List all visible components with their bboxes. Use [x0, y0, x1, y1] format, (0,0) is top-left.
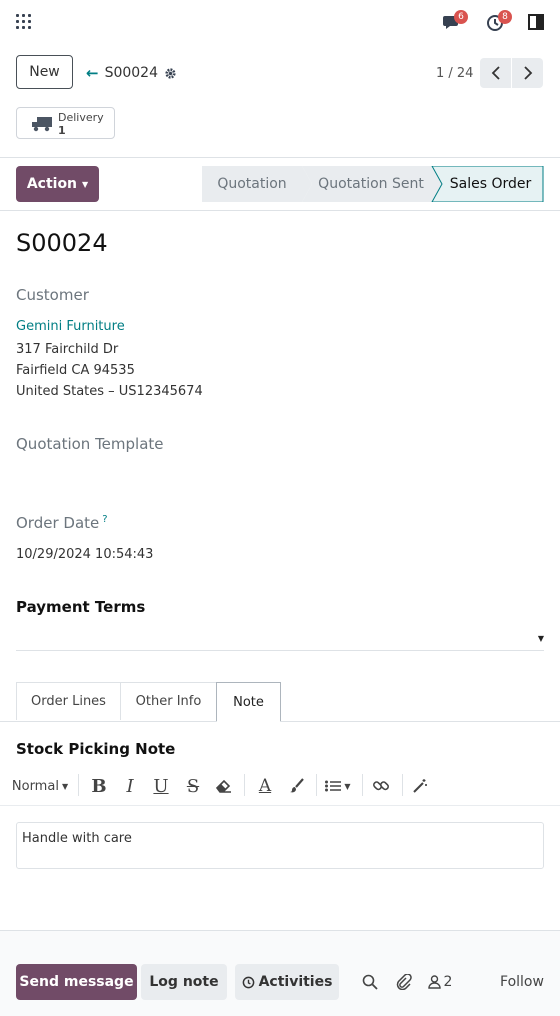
- paint-brush-icon[interactable]: [286, 774, 308, 798]
- paperclip-icon[interactable]: [394, 964, 414, 1000]
- style-dropdown[interactable]: Normal ▼: [10, 774, 70, 798]
- payment-terms-label: Payment Terms: [16, 598, 146, 616]
- caret-down-icon: ▼: [537, 634, 544, 643]
- tab-other-info[interactable]: Other Info: [120, 682, 217, 720]
- stage-quotation[interactable]: Quotation: [202, 166, 302, 202]
- activities-button[interactable]: Activities: [235, 964, 339, 1000]
- chevron-left-icon: [491, 66, 500, 80]
- strikethrough-icon[interactable]: S: [182, 774, 204, 798]
- top-navbar: 6 8: [0, 0, 560, 44]
- user-icon: [427, 975, 441, 989]
- note-content: Handle with care: [22, 831, 132, 846]
- truck-icon: [32, 117, 52, 132]
- toggle-chatter-icon[interactable]: [528, 14, 544, 34]
- notebook-tabs: Order Lines Other Info Note: [0, 682, 560, 722]
- tab-order-lines[interactable]: Order Lines: [16, 682, 121, 720]
- text-color-icon[interactable]: A: [254, 774, 276, 798]
- address-line-1: 317 Fairchild Dr: [16, 342, 119, 357]
- order-date-label: Order Date?: [16, 514, 108, 532]
- action-button[interactable]: Action ▼: [16, 166, 99, 202]
- customer-label: Customer: [16, 286, 89, 304]
- quotation-template-label: Quotation Template: [16, 435, 164, 453]
- italic-icon[interactable]: I: [119, 774, 141, 798]
- breadcrumb: ← S00024: [86, 64, 177, 82]
- address-line-2: Fairfield CA 94535: [16, 363, 135, 378]
- caret-down-icon: ▼: [61, 781, 69, 791]
- magic-wand-icon[interactable]: [409, 774, 431, 798]
- followers-count: 2: [443, 974, 453, 990]
- address-line-3: United States – US12345674: [16, 384, 203, 399]
- search-icon[interactable]: [360, 964, 380, 1000]
- chevron-right-icon: [523, 66, 532, 80]
- gear-icon[interactable]: [164, 67, 177, 80]
- tab-note[interactable]: Note: [216, 682, 281, 722]
- follow-button[interactable]: Follow: [494, 964, 550, 1000]
- record-title: S00024: [16, 229, 108, 257]
- link-icon[interactable]: [370, 774, 392, 798]
- pager-next-button[interactable]: [512, 58, 543, 88]
- stage-sales-order[interactable]: Sales Order: [438, 166, 543, 202]
- customer-link[interactable]: Gemini Furniture: [16, 319, 125, 334]
- send-message-button[interactable]: Send message: [16, 964, 137, 1000]
- stage-quotation-sent[interactable]: Quotation Sent: [308, 166, 434, 202]
- stock-picking-note-editor[interactable]: Handle with care: [16, 822, 544, 869]
- activities-badge: 8: [498, 10, 512, 24]
- log-note-button[interactable]: Log note: [141, 964, 227, 1000]
- messages-icon[interactable]: 6: [442, 10, 468, 36]
- messages-badge: 6: [454, 10, 468, 24]
- followers-button[interactable]: 2: [422, 964, 458, 1000]
- smart-button-title: Delivery: [58, 111, 104, 124]
- list-dropdown-icon[interactable]: ▼: [322, 774, 354, 798]
- activities-clock-icon[interactable]: 8: [486, 10, 512, 36]
- pager-previous-button[interactable]: [480, 58, 511, 88]
- pager-value[interactable]: 1 / 24: [436, 66, 473, 81]
- chatter-panel: Send message Log note Activities 2 Follo…: [0, 930, 560, 1016]
- order-date-value[interactable]: 10/29/2024 10:54:43: [16, 547, 153, 562]
- clock-icon: [242, 976, 254, 988]
- bold-icon[interactable]: B: [88, 774, 110, 798]
- new-button[interactable]: New: [16, 55, 73, 89]
- eraser-icon[interactable]: [213, 774, 235, 798]
- caret-down-icon: ▼: [82, 179, 89, 189]
- help-tooltip-icon[interactable]: ?: [102, 514, 107, 525]
- editor-toolbar: Normal ▼ B I U S A ▼: [0, 768, 560, 806]
- smart-button-count: 1: [58, 124, 66, 137]
- back-arrow-icon[interactable]: ←: [86, 64, 99, 82]
- breadcrumb-record[interactable]: S00024: [105, 65, 158, 81]
- action-label: Action: [26, 176, 78, 192]
- stock-picking-note-heading: Stock Picking Note: [16, 740, 176, 758]
- app-menu-grid-icon[interactable]: [16, 14, 32, 30]
- payment-terms-select[interactable]: ▼: [16, 630, 544, 651]
- statusbar: Action ▼ Quotation Quotation Sent Sales …: [0, 157, 560, 211]
- control-panel: New ← S00024 1 / 24 Delivery 1: [0, 44, 560, 157]
- underline-icon[interactable]: U: [150, 774, 172, 798]
- delivery-smart-button[interactable]: Delivery 1: [16, 107, 115, 139]
